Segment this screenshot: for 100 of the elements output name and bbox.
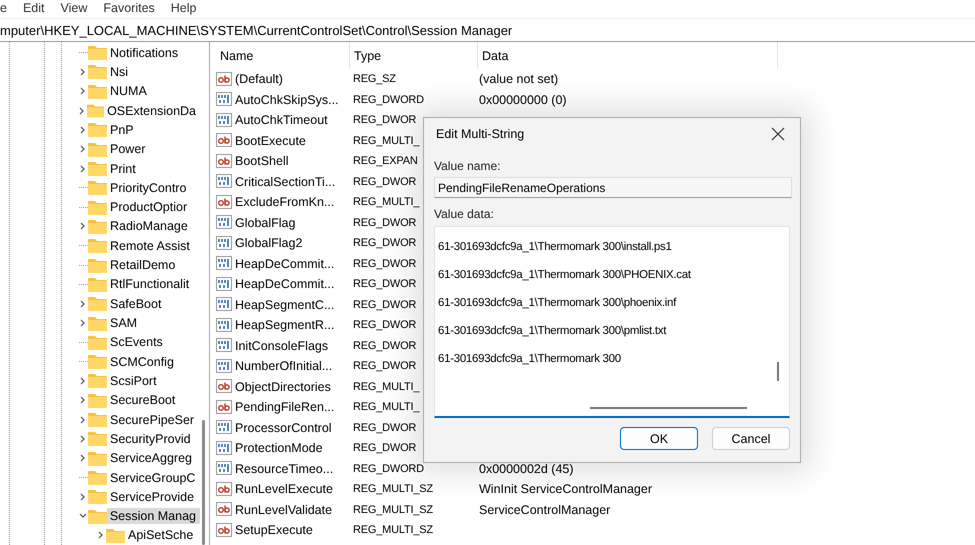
tree-item[interactable]: Notifications: [107, 44, 182, 61]
value-data: WinInit ServiceControlManager: [478, 482, 653, 496]
tree-item[interactable]: RetailDemo: [107, 257, 180, 274]
tree-item[interactable]: ServiceAggreg: [107, 450, 196, 466]
folder-icon: [88, 200, 107, 215]
chevron-right-icon[interactable]: [79, 454, 87, 462]
folder-icon: [88, 84, 107, 99]
chevron-right-icon[interactable]: [79, 126, 87, 134]
chevron-right-icon[interactable]: [79, 434, 87, 443]
tree-item[interactable]: SafeBoot: [107, 296, 166, 312]
folder-icon: [88, 218, 107, 234]
column-header[interactable]: Data: [478, 42, 778, 69]
tree-item[interactable]: NUMA: [107, 83, 151, 100]
tree-item[interactable]: PnP: [107, 122, 138, 138]
value-type: REG_DWOR: [353, 176, 416, 188]
chevron-right-icon[interactable]: [79, 300, 87, 308]
menu-item[interactable]: Help: [170, 0, 196, 16]
value-type: REG_DWORD: [353, 94, 424, 106]
folder-icon: [88, 412, 107, 428]
tree-item[interactable]: RadioManage: [107, 218, 192, 234]
value-data-field[interactable]: [434, 226, 790, 418]
value-data: 0x00000000 (0): [478, 92, 568, 107]
folder-icon: [88, 45, 107, 60]
value-type: REG_DWOR: [353, 442, 416, 454]
binary-value-icon: [216, 318, 232, 333]
data-line: 61-301693dcfc9a_1\Thermomark 300\PHOENIX.cat: [438, 269, 692, 283]
value-name: HeapSegmentC...: [235, 298, 334, 312]
value-type: REG_MULTI_: [353, 380, 420, 393]
tree-item[interactable]: SCMConfig: [107, 354, 178, 370]
folder-icon: [88, 334, 107, 350]
chevron-right-icon[interactable]: [79, 416, 87, 424]
value-type: REG_MULTI_: [353, 134, 420, 147]
value-type: REG_MULTI_SZ: [353, 524, 433, 536]
tree-item[interactable]: SAM: [107, 315, 142, 332]
chevron-down-icon[interactable]: [78, 512, 87, 520]
value-name: HeapDeCommit...: [235, 277, 334, 292]
tree-item[interactable]: Session Manag: [106, 508, 200, 524]
tree-item[interactable]: ScsiPort: [107, 372, 161, 389]
folder-icon: [88, 373, 107, 388]
value-name: AutoChkTimeout: [235, 113, 328, 128]
folder-icon: [88, 258, 107, 273]
string-value-icon: [216, 502, 232, 518]
column-header[interactable]: Name: [216, 42, 350, 69]
folder-icon: [88, 64, 107, 80]
tree-item[interactable]: ServiceProvide: [107, 488, 198, 505]
value-name: ExcludeFromKn...: [235, 195, 334, 210]
value-name: PendingFileRen...: [235, 400, 334, 414]
tree-item[interactable]: SecurityProvid: [107, 430, 195, 447]
folder-icon: [88, 142, 107, 157]
string-value-icon: [216, 194, 232, 210]
folder-icon: [88, 508, 107, 524]
scrollbar[interactable]: [202, 420, 205, 545]
binary-value-icon: [216, 256, 232, 272]
tree-item[interactable]: Print: [107, 160, 140, 177]
ok-button[interactable]: OK: [620, 427, 698, 450]
value-type: REG_DWOR: [353, 278, 416, 290]
value-data: ServiceControlManager: [478, 502, 612, 517]
data-line: 61-301693dcfc9a_1\Thermomark 300\install.ps1: [438, 241, 673, 255]
chevron-right-icon[interactable]: [79, 222, 87, 230]
tree-item[interactable]: PriorityContro: [107, 180, 190, 196]
value-type: REG_DWOR: [353, 114, 416, 126]
tree-item[interactable]: ServiceGroupC: [107, 470, 200, 486]
value-name: GlobalFlag2: [235, 236, 302, 250]
menu-item[interactable]: View: [60, 0, 88, 16]
value-name: HeapDeCommit...: [235, 256, 334, 271]
chevron-right-icon[interactable]: [79, 492, 87, 501]
value-name-field[interactable]: PendingFileRenameOperations: [434, 177, 792, 198]
scrollbar-thumb[interactable]: [777, 362, 779, 381]
tree-item[interactable]: ScEvents: [107, 334, 167, 350]
folder-icon: [88, 238, 107, 254]
address-bar[interactable]: mputer\HKEY_LOCAL_MACHINE\SYSTEM\CurrentControlSet\Control\Session Manager: [0, 18, 975, 42]
chevron-right-icon[interactable]: [79, 145, 87, 154]
tree-item[interactable]: RtlFunctionalit: [107, 276, 194, 292]
tree-item[interactable]: ProductOptior: [107, 199, 192, 216]
tree-item[interactable]: ApiSetSche: [125, 527, 198, 544]
tree-item[interactable]: Nsi: [107, 64, 132, 80]
binary-value-icon: [216, 420, 232, 436]
menu-item[interactable]: e: [0, 0, 7, 16]
chevron-right-icon[interactable]: [79, 376, 87, 385]
chevron-right-icon[interactable]: [78, 106, 86, 115]
chevron-right-icon[interactable]: [79, 396, 87, 404]
scrollbar-thumb[interactable]: [590, 407, 747, 409]
chevron-right-icon[interactable]: [79, 319, 87, 328]
chevron-right-icon[interactable]: [79, 87, 87, 96]
menu-item[interactable]: Edit: [22, 0, 44, 16]
folder-icon: [88, 489, 107, 504]
tree-item[interactable]: Remote Assist: [107, 238, 194, 254]
tree-item[interactable]: OSExtensionDa: [104, 102, 200, 119]
column-header[interactable]: Type: [350, 42, 478, 69]
tree-item[interactable]: Power: [107, 141, 150, 158]
chevron-right-icon[interactable]: [97, 531, 105, 540]
tree-item[interactable]: SecureBoot: [107, 392, 180, 408]
menu-item[interactable]: Favorites: [103, 0, 155, 16]
value-type: REG_EXPAN: [353, 155, 418, 168]
cancel-button[interactable]: Cancel: [712, 427, 790, 450]
close-icon[interactable]: [771, 127, 785, 141]
value-type: REG_MULTI_SZ: [353, 504, 433, 516]
chevron-right-icon[interactable]: [79, 164, 87, 173]
tree-item[interactable]: SecurePipeSer: [107, 412, 198, 428]
chevron-right-icon[interactable]: [79, 68, 87, 76]
